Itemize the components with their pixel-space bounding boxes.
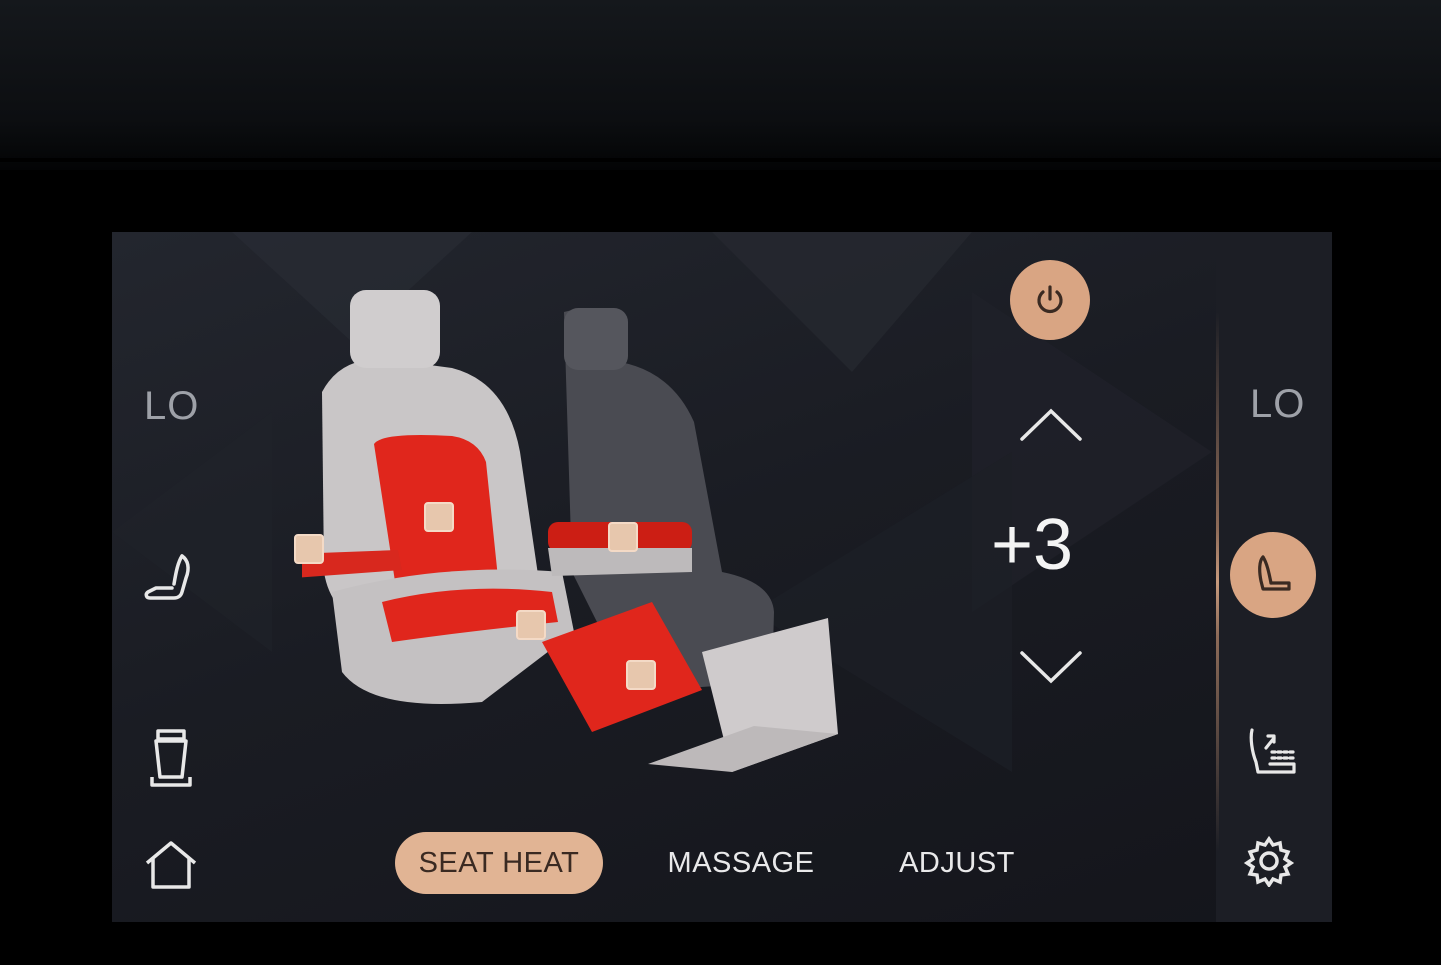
settings-button[interactable] bbox=[1234, 826, 1304, 896]
right-heat-level: LO bbox=[1250, 382, 1306, 426]
chevron-up-button[interactable] bbox=[1016, 390, 1086, 460]
seat-illustration bbox=[302, 290, 838, 772]
chevron-up-icon bbox=[1020, 408, 1082, 441]
seat-control-screen: LO +3 LO SEAT HEAT MASSAGE ADJUST bbox=[112, 232, 1332, 922]
seat-icon bbox=[1258, 555, 1291, 591]
seat-recline-icon bbox=[1249, 728, 1298, 774]
cupholder-icon[interactable] bbox=[136, 722, 206, 792]
chevron-down-button[interactable] bbox=[1016, 632, 1086, 702]
seat-icon[interactable] bbox=[136, 544, 206, 614]
panel-divider bbox=[1216, 312, 1219, 852]
chevron-down-icon bbox=[1020, 651, 1082, 684]
heat-level-value: +3 bbox=[990, 505, 1074, 585]
tab-massage[interactable]: MASSAGE bbox=[660, 832, 822, 894]
heat-zone-handle-back[interactable] bbox=[424, 502, 454, 532]
home-icon[interactable] bbox=[136, 830, 206, 900]
tab-seat-heat[interactable]: SEAT HEAT bbox=[395, 832, 603, 894]
seat-recline-button[interactable] bbox=[1238, 716, 1308, 786]
power-icon bbox=[1037, 285, 1063, 314]
heat-zone-handle-cushion[interactable] bbox=[516, 610, 546, 640]
bezel-divider bbox=[0, 158, 1441, 162]
power-button[interactable] bbox=[1010, 260, 1090, 340]
heat-zone-handle-legrest[interactable] bbox=[626, 660, 656, 690]
gear-icon bbox=[1243, 835, 1295, 887]
left-heat-level: LO bbox=[144, 384, 200, 428]
active-seat-button[interactable] bbox=[1230, 532, 1316, 618]
tab-adjust[interactable]: ADJUST bbox=[892, 832, 1022, 894]
heat-zone-handle-armrest[interactable] bbox=[608, 522, 638, 552]
heat-zone-handle-side[interactable] bbox=[294, 534, 324, 564]
top-bezel bbox=[0, 0, 1441, 170]
